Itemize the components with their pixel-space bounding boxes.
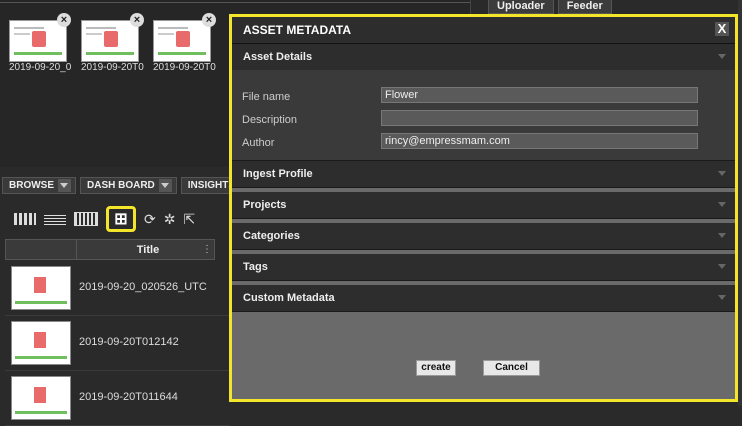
- tab-browse[interactable]: BROWSE: [2, 177, 76, 194]
- chevron-down-icon[interactable]: [158, 179, 172, 192]
- chevron-down-icon: [718, 264, 726, 269]
- add-asset-button[interactable]: ⊞: [106, 206, 136, 232]
- thumbnail-label-2: 2019-09-20T0: [81, 62, 144, 73]
- author-label: Author: [242, 137, 275, 149]
- thumbnail-label-1: 2019-09-20_0: [9, 62, 72, 73]
- section-label: Asset Details: [243, 51, 313, 63]
- file-name-field[interactable]: [381, 87, 698, 103]
- filmstrip-view-icon[interactable]: [74, 212, 98, 226]
- column-menu-icon[interactable]: ⋮: [202, 244, 212, 255]
- section-asset-details[interactable]: Asset Details: [232, 44, 735, 71]
- remove-thumbnail-3-icon[interactable]: ×: [202, 13, 216, 27]
- section-label: Custom Metadata: [243, 292, 335, 304]
- description-label: Description: [242, 114, 298, 126]
- remove-thumbnail-2-icon[interactable]: ×: [130, 13, 144, 27]
- toolbar: ⊞ ⟳ ✲ ⇱: [14, 206, 195, 232]
- right-tabs: Uploader Feeder: [488, 0, 612, 14]
- asset-metadata-dialog: ASSET METADATA X Asset Details File name…: [229, 14, 738, 402]
- section-ingest-profile[interactable]: Ingest Profile: [232, 161, 735, 188]
- thumbnail-1[interactable]: [9, 20, 67, 62]
- close-icon[interactable]: X: [715, 22, 729, 36]
- section-custom-metadata[interactable]: Custom Metadata: [232, 285, 735, 312]
- file-name-label: File name: [242, 91, 291, 103]
- thumbnail-label-3: 2019-09-20T0: [153, 62, 216, 73]
- section-label: Categories: [243, 230, 300, 242]
- refresh-icon[interactable]: ⟳: [144, 212, 156, 226]
- add-asset-icon: ⊞: [114, 211, 128, 228]
- share-icon[interactable]: ⇱: [183, 212, 195, 226]
- table-row[interactable]: 2019-09-20_020526_UTC: [5, 261, 230, 316]
- table-row[interactable]: 2019-09-20T011644: [5, 371, 230, 426]
- thumbnail-2[interactable]: [81, 20, 139, 62]
- tab-insights-label: INSIGHTS: [187, 180, 236, 191]
- tab-dashboard-label: DASH BOARD: [87, 180, 155, 191]
- remove-thumbnail-1-icon[interactable]: ×: [57, 13, 71, 27]
- asset-details-body: File name Description Author: [232, 70, 735, 161]
- chevron-down-icon: [718, 54, 726, 59]
- column-header-title[interactable]: Title: [78, 244, 218, 256]
- gear-icon[interactable]: ✲: [164, 212, 176, 226]
- section-projects[interactable]: Projects: [232, 192, 735, 219]
- nav-tabs: BROWSE DASH BOARD INSIGHTS: [2, 177, 241, 194]
- table-row[interactable]: 2019-09-20T012142: [5, 316, 230, 371]
- tab-dashboard[interactable]: DASH BOARD: [80, 177, 177, 194]
- page-edge: [738, 0, 742, 406]
- row-title: 2019-09-20T011644: [79, 391, 178, 403]
- horizontal-scrollbar[interactable]: [0, 2, 470, 9]
- description-field[interactable]: [381, 110, 698, 126]
- section-tags[interactable]: Tags: [232, 254, 735, 281]
- chevron-down-icon[interactable]: [58, 179, 71, 192]
- dialog-title: ASSET METADATA: [243, 23, 351, 37]
- author-field[interactable]: [381, 133, 698, 149]
- tab-feeder[interactable]: Feeder: [557, 0, 612, 14]
- table-header: Title ⋮: [5, 239, 215, 260]
- section-label: Ingest Profile: [243, 168, 313, 180]
- list-view-icon[interactable]: [44, 213, 66, 225]
- chevron-down-icon: [718, 233, 726, 238]
- tab-uploader[interactable]: Uploader: [488, 0, 554, 14]
- chevron-down-icon: [718, 171, 726, 176]
- create-button[interactable]: create: [416, 360, 456, 376]
- row-thumbnail: [11, 321, 71, 365]
- row-title: 2019-09-20_020526_UTC: [79, 281, 207, 293]
- chevron-down-icon: [718, 202, 726, 207]
- row-thumbnail: [11, 266, 71, 310]
- thumbnail-3[interactable]: [153, 20, 211, 62]
- grid-view-icon[interactable]: [14, 213, 36, 225]
- dialog-titlebar: ASSET METADATA X: [232, 17, 735, 44]
- cancel-button[interactable]: Cancel: [483, 360, 540, 376]
- section-label: Projects: [243, 199, 287, 211]
- chevron-down-icon: [718, 295, 726, 300]
- row-thumbnail: [11, 376, 71, 420]
- section-categories[interactable]: Categories: [232, 223, 735, 250]
- tab-browse-label: BROWSE: [9, 180, 54, 191]
- row-title: 2019-09-20T012142: [79, 336, 179, 348]
- section-label: Tags: [243, 261, 268, 273]
